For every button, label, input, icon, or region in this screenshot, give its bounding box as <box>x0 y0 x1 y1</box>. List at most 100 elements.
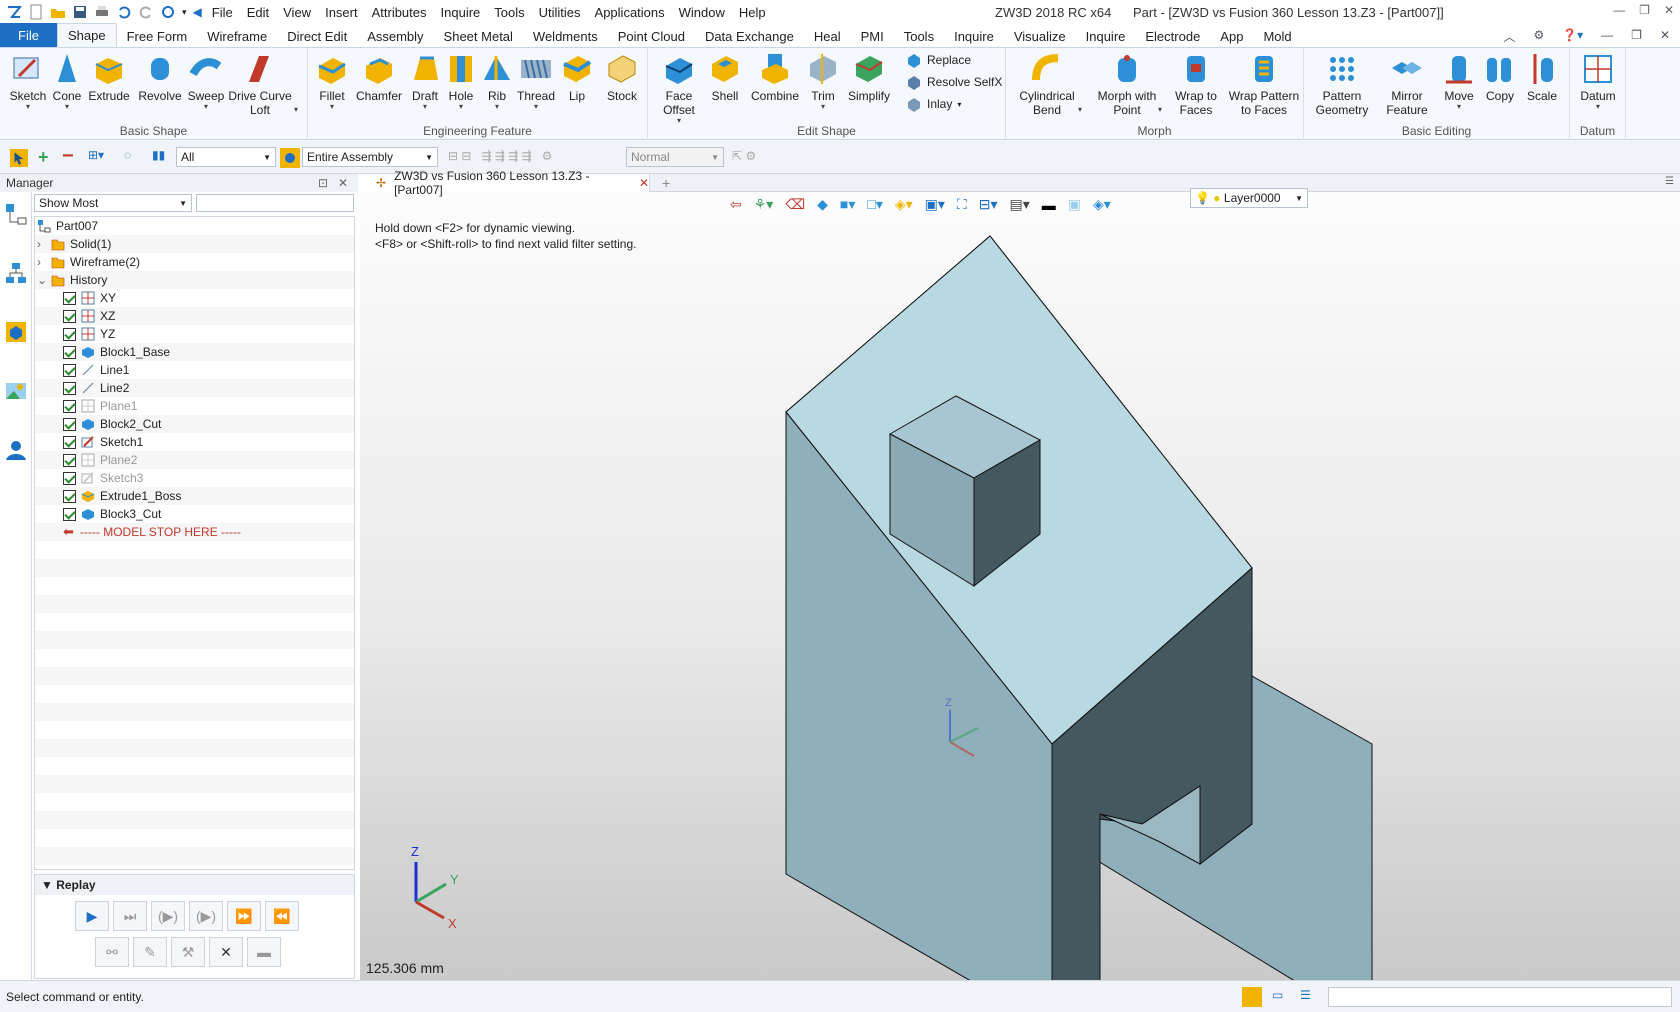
tab-mold[interactable]: Mold <box>1253 25 1301 47</box>
combine-button[interactable]: Combine <box>748 52 802 103</box>
minimize-icon[interactable]: — <box>1613 3 1625 17</box>
undo-icon[interactable] <box>116 4 132 20</box>
tab-app[interactable]: App <box>1210 25 1253 47</box>
item-checkbox[interactable] <box>63 291 76 305</box>
history-item[interactable]: Sketch3 <box>35 469 354 487</box>
item-checkbox[interactable] <box>63 327 76 341</box>
filter-select[interactable]: All ▼ <box>176 147 276 167</box>
step-next-icon[interactable]: ⏭ <box>113 901 147 931</box>
history-item[interactable]: Block2_Cut <box>35 415 354 433</box>
replay-header[interactable]: ▼ Replay <box>35 875 354 895</box>
tab-tools[interactable]: Tools <box>894 25 944 47</box>
tab-pmi[interactable]: PMI <box>851 25 894 47</box>
tab-wireframe[interactable]: Wireframe <box>197 25 277 47</box>
history-item[interactable]: Plane1 <box>35 397 354 415</box>
step-over-icon[interactable]: (▶) <box>189 901 223 931</box>
menu-help[interactable]: Help <box>739 5 766 20</box>
history-item[interactable]: YZ <box>35 325 354 343</box>
menu-utilities[interactable]: Utilities <box>539 5 581 20</box>
tab-visualize[interactable]: Visualize <box>1004 25 1076 47</box>
status-list-icon[interactable]: ☰ <box>1300 988 1311 1002</box>
simplify-button[interactable]: Simplify <box>844 52 894 103</box>
tab-point-cloud[interactable]: Point Cloud <box>608 25 695 47</box>
tab-assembly[interactable]: Assembly <box>357 25 433 47</box>
history-item[interactable]: Line1 <box>35 361 354 379</box>
menu-file[interactable]: File <box>212 5 233 20</box>
sketch-button[interactable]: Sketch ▾ <box>6 52 50 111</box>
3d-model[interactable] <box>785 235 1373 980</box>
manager-close-icon[interactable]: ✕ <box>338 176 348 190</box>
item-checkbox[interactable] <box>63 309 76 323</box>
history-item[interactable]: XZ <box>35 307 354 325</box>
regen-icon[interactable] <box>160 4 176 20</box>
filter-bar-icon[interactable]: ▮▮ <box>152 148 165 162</box>
menu-view[interactable]: View <box>283 5 311 20</box>
stock-button[interactable]: Stock <box>602 52 642 103</box>
link-icon[interactable]: ⚯ <box>95 937 129 967</box>
tab-electrode[interactable]: Electrode <box>1135 25 1210 47</box>
history-item[interactable]: XY <box>35 289 354 307</box>
show-most-select[interactable]: Show Most ▼ <box>34 194 192 212</box>
item-checkbox[interactable] <box>63 489 76 503</box>
pick-arrow-icon[interactable] <box>10 149 28 167</box>
menu-attributes[interactable]: Attributes <box>372 5 427 20</box>
collapse-ribbon-icon[interactable]: ︿ <box>1503 28 1515 45</box>
step-into-icon[interactable]: (▶) <box>151 901 185 931</box>
mode-select[interactable]: Normal ▼ <box>626 147 724 167</box>
item-checkbox[interactable] <box>63 435 76 449</box>
morph-with-point-button[interactable]: Morph with Point <box>1092 52 1162 117</box>
menu-tools[interactable]: Tools <box>494 5 524 20</box>
dimension-icon[interactable]: ⚒ <box>171 937 205 967</box>
wrap-to-faces-button[interactable]: Wrap to Faces <box>1168 52 1224 117</box>
extrude-button[interactable]: Extrude <box>86 52 132 103</box>
assembly-scope-icon[interactable] <box>280 148 300 168</box>
mirror-feature-button[interactable]: Mirror Feature <box>1376 52 1438 117</box>
fast-forward-icon[interactable]: ⏩ <box>227 901 261 931</box>
collapse-icon[interactable]: ⌄ <box>37 273 51 287</box>
lasso-icon[interactable]: ◌ <box>124 148 131 162</box>
hole-button[interactable]: Hole ▾ <box>444 52 478 111</box>
history-item[interactable]: Plane2 <box>35 451 354 469</box>
tab-weldments[interactable]: Weldments <box>523 25 608 47</box>
help-icon[interactable]: ❓▾ <box>1562 28 1583 45</box>
history-item[interactable]: Extrude1_Boss <box>35 487 354 505</box>
item-checkbox[interactable] <box>63 507 76 521</box>
trim-button[interactable]: Trim ▾ <box>806 52 840 111</box>
menu-window[interactable]: Window <box>679 5 725 20</box>
tree-group-history[interactable]: ⌄ History <box>35 271 354 289</box>
model-stop-marker[interactable]: ⬅ ----- MODEL STOP HERE ----- <box>35 523 354 541</box>
pin-icon[interactable]: ⊡ <box>318 176 328 190</box>
history-item[interactable]: Line2 <box>35 379 354 397</box>
chamfer-button[interactable]: Chamfer <box>354 52 404 103</box>
box-select-icon[interactable]: ⊞▾ <box>88 148 104 162</box>
inlay-button[interactable]: Inlay ▾ <box>906 96 961 112</box>
redo-icon[interactable] <box>138 4 154 20</box>
item-checkbox[interactable] <box>63 345 76 359</box>
cone-button[interactable]: Cone ▾ <box>50 52 84 111</box>
item-checkbox[interactable] <box>63 471 76 485</box>
datum-button[interactable]: Datum ▾ <box>1576 52 1620 111</box>
tab-inquire[interactable]: Inquire <box>944 25 1004 47</box>
tree-group-solid[interactable]: › Solid(1) <box>35 235 354 253</box>
tab-data-exchange[interactable]: Data Exchange <box>695 25 804 47</box>
tree-root[interactable]: Part007 <box>35 217 354 235</box>
bend-dropdown-icon[interactable]: ▾ <box>1078 106 1082 114</box>
drive-curve-loft-button[interactable]: Drive Curve Loft <box>228 52 292 117</box>
revolve-button[interactable]: Revolve <box>136 52 184 103</box>
menu-applications[interactable]: Applications <box>595 5 665 20</box>
doc-minimize-icon[interactable]: — <box>1601 28 1613 45</box>
add-filter-icon[interactable]: + <box>38 147 49 168</box>
print-icon[interactable] <box>94 4 110 20</box>
menu-insert[interactable]: Insert <box>325 5 358 20</box>
loft-dropdown-icon[interactable]: ▾ <box>294 106 298 114</box>
item-checkbox[interactable] <box>63 417 76 431</box>
menu-inquire[interactable]: Inquire <box>441 5 481 20</box>
history-item[interactable]: Sketch1 <box>35 433 354 451</box>
qa-dropdown-icon[interactable]: ▾ <box>182 7 187 18</box>
move-button[interactable]: Move ▾ <box>1440 52 1478 111</box>
wrap-pattern-to-faces-button[interactable]: Wrap Pattern to Faces <box>1226 52 1302 117</box>
shell-button[interactable]: Shell <box>708 52 742 103</box>
sweep-button[interactable]: Sweep ▾ <box>186 52 226 111</box>
history-item[interactable]: Block3_Cut <box>35 505 354 523</box>
scope-select[interactable]: Entire Assembly ▼ <box>302 147 438 167</box>
